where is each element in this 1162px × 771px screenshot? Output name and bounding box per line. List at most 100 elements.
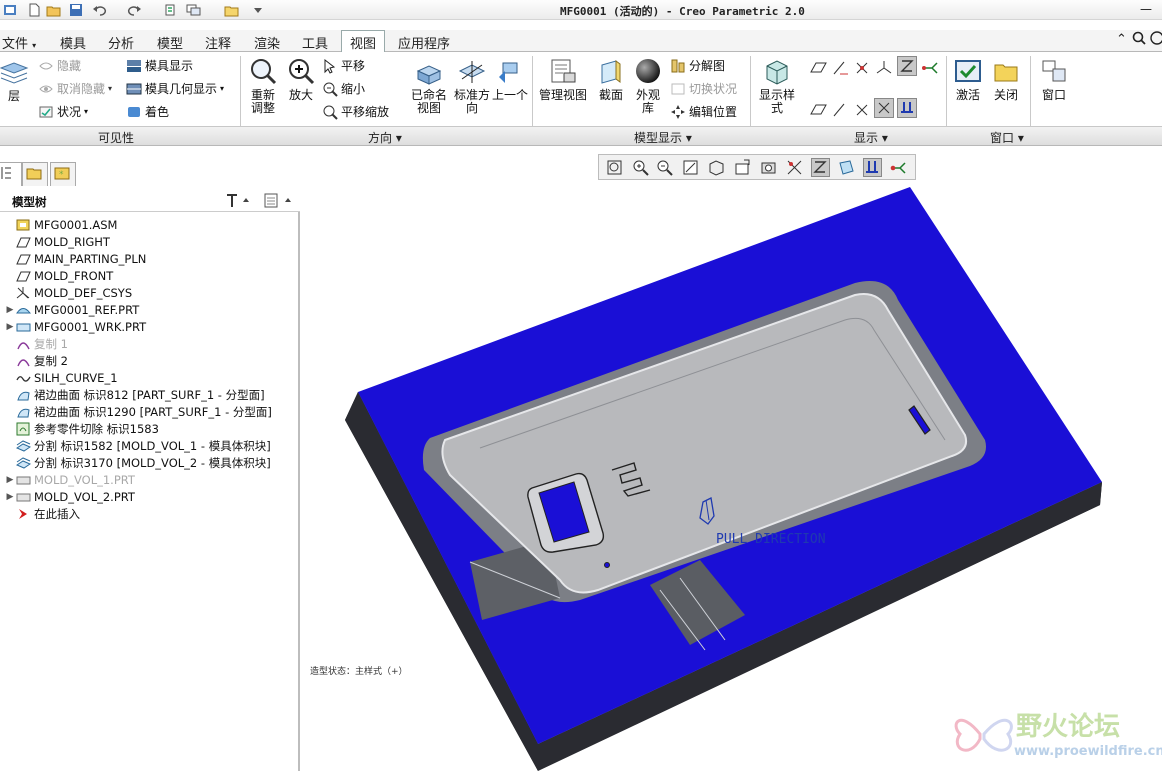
spin-center-display-icon[interactable]	[897, 56, 917, 76]
tree-show-icon[interactable]	[262, 192, 296, 213]
tab-tools[interactable]: 工具	[302, 33, 328, 52]
pan-zoom-button[interactable]: 平移缩放	[322, 103, 389, 120]
standard-orientation-button[interactable]: 标准方向	[454, 57, 490, 115]
view-manager-icon[interactable]	[759, 158, 778, 177]
tree-item[interactable]: MOLD_DEF_CSYS	[4, 284, 132, 301]
repaint-icon[interactable]	[681, 158, 700, 177]
status-button[interactable]: 状况 ▾	[38, 103, 88, 120]
group-orientation[interactable]: 方向 ▾	[368, 129, 402, 146]
tree-item[interactable]: ▶ MFG0001_REF.PRT	[4, 301, 140, 318]
tree-item[interactable]: 参考零件切除 标识1583	[4, 420, 159, 437]
display-style-icon[interactable]	[707, 158, 726, 177]
tree-item[interactable]: 裙边曲面 标识1290 [PART_SURF_1 - 分型面]	[4, 403, 272, 420]
interface-display-icon[interactable]	[889, 158, 908, 177]
undo-icon[interactable]	[92, 2, 108, 17]
tree-item[interactable]: MAIN_PARTING_PLN	[4, 250, 146, 267]
color-button[interactable]: 着色	[126, 103, 169, 120]
csys-tag-display-icon[interactable]	[874, 98, 894, 118]
unhide-button[interactable]: 取消隐藏 ▾	[38, 80, 112, 97]
layers-button[interactable]: 层	[0, 58, 29, 103]
tree-item[interactable]: SILH_CURVE_1	[4, 369, 118, 386]
annotation-display-icon[interactable]	[837, 158, 856, 177]
tree-item[interactable]: 分割 标识1582 [MOLD_VOL_1 - 模具体积块]	[4, 437, 271, 454]
tab-view[interactable]: 视图	[341, 30, 386, 53]
plane-tag-display-icon[interactable]	[808, 100, 828, 120]
refit-icon[interactable]	[605, 158, 624, 177]
open-file-icon[interactable]	[46, 2, 62, 17]
new-file-icon[interactable]	[26, 2, 42, 17]
tab-model[interactable]: 模型	[157, 33, 183, 52]
group-display[interactable]: 显示 ▾	[854, 129, 888, 146]
minimize-icon[interactable]: —	[1140, 2, 1152, 16]
model-tree-tab[interactable]	[0, 162, 22, 186]
point-tag-display-icon[interactable]	[852, 100, 872, 120]
tree-expander-icon[interactable]: ▶	[4, 475, 16, 485]
app-icon[interactable]	[2, 2, 18, 17]
regenerate-icon[interactable]	[162, 2, 178, 17]
pull-direction-display-icon[interactable]	[897, 98, 917, 118]
tree-item[interactable]: 在此插入	[4, 505, 80, 522]
refit-button[interactable]: 重新调整	[246, 57, 280, 115]
tree-item[interactable]: 分割 标识3170 [MOLD_VOL_2 - 模具体积块]	[4, 454, 271, 471]
tree-expander-icon[interactable]: ▶	[4, 492, 16, 502]
mold-display-button[interactable]: 模具显示	[126, 57, 193, 74]
display-style-button[interactable]: 显示样式	[754, 57, 800, 115]
tree-item[interactable]: ▶ MOLD_VOL_1.PRT	[4, 471, 135, 488]
pull-direction-icon[interactable]	[863, 158, 882, 177]
tab-mold[interactable]: 模具	[60, 33, 86, 52]
tab-file[interactable]: 文件 ▾	[2, 33, 36, 52]
exploded-view-button[interactable]: 分解图	[670, 57, 725, 74]
axis-display-icon[interactable]	[830, 58, 850, 78]
close-button[interactable]: 关闭	[988, 57, 1024, 102]
tab-render[interactable]: 渲染	[254, 33, 280, 52]
customize-quick-access-icon[interactable]	[250, 2, 266, 17]
saved-views-button[interactable]: 已命名视图	[406, 57, 452, 115]
redo-icon[interactable]	[126, 2, 142, 17]
zoom-in-button[interactable]: 放大	[284, 57, 318, 102]
mold-geometry-display-button[interactable]: 模具几何显示 ▾	[126, 80, 224, 97]
folder-browser-tab[interactable]	[22, 162, 48, 186]
tab-analysis[interactable]: 分析	[108, 33, 134, 52]
tree-item[interactable]: 复制 2	[4, 352, 68, 369]
tab-applications[interactable]: 应用程序	[398, 33, 450, 52]
axis-tag-display-icon[interactable]	[830, 100, 850, 120]
spin-center-icon[interactable]	[811, 158, 830, 177]
zoom-out-icon[interactable]	[655, 158, 674, 177]
saved-orientations-icon[interactable]	[733, 158, 752, 177]
tree-item[interactable]: ▶ MOLD_VOL_2.PRT	[4, 488, 135, 505]
collapse-ribbon-icon[interactable]: ⌃	[1116, 32, 1127, 47]
tree-expander-icon[interactable]: ▶	[4, 305, 16, 315]
tree-item[interactable]: 裙边曲面 标识812 [PART_SURF_1 - 分型面]	[4, 386, 265, 403]
tab-annotate[interactable]: 注释	[205, 33, 231, 52]
edit-position-button[interactable]: 编辑位置	[670, 103, 737, 120]
plane-display-icon[interactable]	[808, 58, 828, 78]
tree-item[interactable]: MOLD_FRONT	[4, 267, 113, 284]
manage-views-button[interactable]: 管理视图	[536, 57, 590, 102]
csys-display-icon[interactable]	[874, 58, 894, 78]
tree-item[interactable]: MFG0001.ASM	[4, 216, 117, 233]
pan-button[interactable]: 平移	[322, 57, 365, 74]
point-display-icon[interactable]	[852, 58, 872, 78]
tree-item[interactable]: 复制 1	[4, 335, 68, 352]
previous-view-button[interactable]: 上一个	[492, 57, 528, 102]
help-icon[interactable]	[1150, 31, 1162, 49]
annotation-display-icon[interactable]	[920, 58, 940, 78]
section-button[interactable]: 截面	[594, 57, 628, 102]
tree-item[interactable]: ▶ MFG0001_WRK.PRT	[4, 318, 147, 335]
save-icon[interactable]	[68, 2, 84, 17]
appearance-gallery-button[interactable]: 外观库	[632, 57, 664, 115]
zoom-in-icon[interactable]	[631, 158, 650, 177]
hide-button[interactable]: 隐藏	[38, 57, 81, 74]
toggle-status-button[interactable]: 切换状况	[670, 80, 737, 97]
group-model-display[interactable]: 模型显示 ▾	[634, 129, 692, 146]
tree-expander-icon[interactable]: ▶	[4, 322, 16, 332]
group-window[interactable]: 窗口 ▾	[990, 129, 1024, 146]
favorites-tab[interactable]: *	[50, 162, 76, 186]
search-icon[interactable]	[1132, 31, 1146, 49]
tree-item[interactable]: MOLD_RIGHT	[4, 233, 110, 250]
windows-button[interactable]: 窗口	[1036, 57, 1072, 102]
datum-display-filters-icon[interactable]	[785, 158, 804, 177]
activate-button[interactable]: 激活	[950, 57, 986, 102]
close-window-icon[interactable]	[224, 2, 240, 17]
zoom-out-button[interactable]: 缩小	[322, 80, 365, 97]
